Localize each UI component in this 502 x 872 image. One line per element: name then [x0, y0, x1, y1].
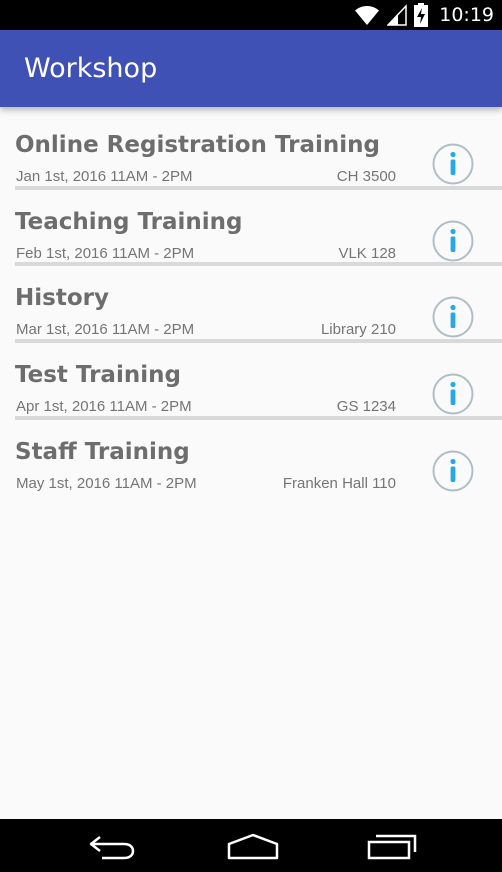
app-bar: Workshop — [0, 30, 502, 107]
workshop-title: Teaching Training — [15, 208, 243, 235]
recents-icon[interactable] — [366, 833, 418, 861]
workshop-date: May 1st, 2016 11AM - 2PM — [16, 474, 197, 492]
app-title: Workshop — [24, 53, 158, 84]
navigation-bar — [0, 819, 502, 872]
workshop-location: GS 1234 — [336, 398, 396, 416]
info-icon[interactable] — [432, 220, 474, 262]
info-icon[interactable] — [432, 143, 474, 185]
workshop-date: Mar 1st, 2016 11AM - 2PM — [16, 321, 195, 339]
workshop-item[interactable]: Teaching Training Feb 1st, 2016 11AM - 2… — [0, 184, 502, 267]
workshop-date: Jan 1st, 2016 11AM - 2PM — [16, 168, 193, 185]
workshop-title: Online Registration Training — [15, 132, 380, 158]
status-icons: 10:19 — [354, 0, 494, 30]
back-icon[interactable] — [88, 833, 136, 861]
workshop-title: History — [15, 285, 109, 312]
workshop-title: Test Training — [15, 362, 181, 389]
workshop-location: CH 3500 — [336, 168, 396, 185]
status-bar: 10:19 — [0, 0, 502, 30]
signal-icon — [387, 4, 407, 26]
status-time: 10:19 — [439, 4, 494, 26]
workshop-item[interactable]: Staff Training May 1st, 2016 11AM - 2PM … — [0, 414, 502, 492]
workshop-list: Online Registration Training Jan 1st, 20… — [0, 107, 502, 492]
info-icon[interactable] — [432, 450, 474, 492]
workshop-location: Franken Hall 110 — [282, 474, 396, 492]
workshop-date: Feb 1st, 2016 11AM - 2PM — [16, 244, 195, 262]
workshop-item[interactable]: Online Registration Training Jan 1st, 20… — [0, 107, 502, 190]
home-icon[interactable] — [226, 833, 280, 861]
info-icon[interactable] — [432, 296, 474, 338]
battery-charging-icon — [414, 3, 429, 27]
wifi-icon — [355, 6, 380, 25]
info-icon[interactable] — [432, 373, 474, 415]
workshop-item[interactable]: Test Training Apr 1st, 2016 11AM - 2PM G… — [0, 337, 502, 420]
workshop-item[interactable]: History Mar 1st, 2016 11AM - 2PM Library… — [0, 260, 502, 344]
workshop-location: VLK 128 — [338, 244, 396, 262]
workshop-title: Staff Training — [15, 438, 190, 465]
workshop-date: Apr 1st, 2016 11AM - 2PM — [16, 398, 192, 416]
workshop-location: Library 210 — [320, 321, 396, 339]
